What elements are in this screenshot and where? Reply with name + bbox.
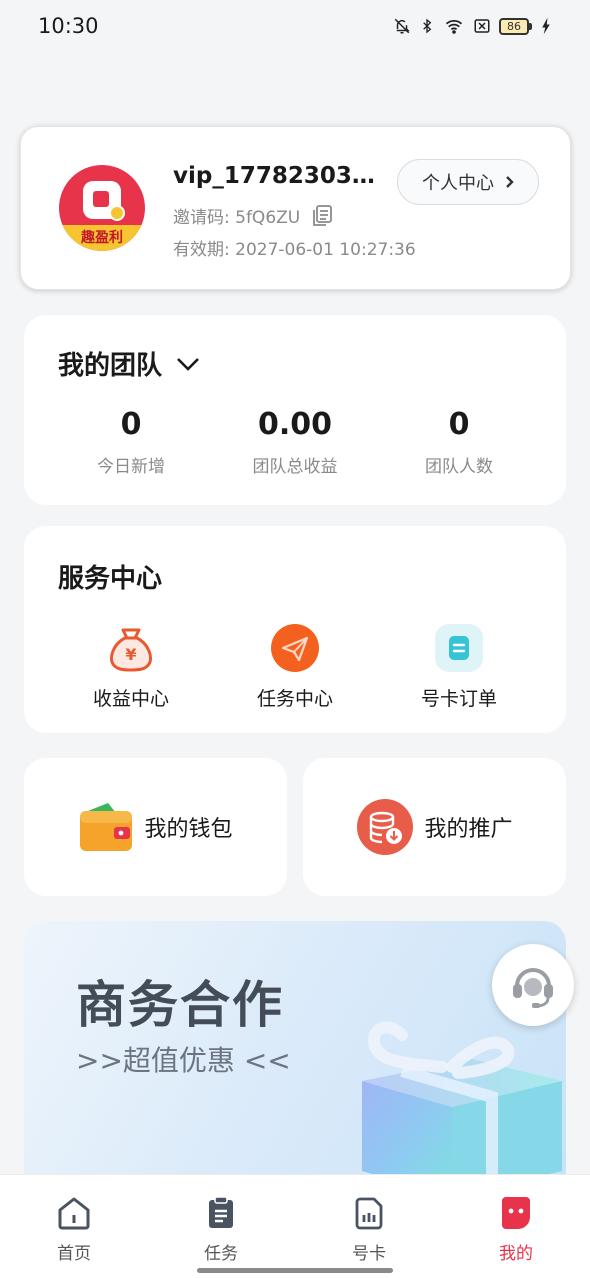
status-icons: 86	[393, 17, 552, 35]
home-indicator	[197, 1268, 393, 1273]
bottom-nav: 首页 任务 号卡 我的	[0, 1174, 590, 1278]
status-bar: 10:30 86	[0, 0, 590, 52]
charging-icon	[542, 17, 550, 35]
personal-center-label: 个人中心	[422, 173, 494, 194]
battery-icon: 86	[499, 17, 532, 35]
expire-date: 有效期: 2027-06-01 10:27:36	[173, 240, 416, 260]
copy-icon[interactable]	[312, 204, 333, 227]
stat-label: 团队总收益	[252, 457, 338, 477]
money-bag-icon: ¥	[105, 622, 157, 674]
gift-box-icon	[362, 1021, 562, 1181]
banner-subtitle: >>超值优惠 <<	[76, 1044, 291, 1077]
stat-label: 团队人数	[425, 457, 493, 477]
service-label: 号卡订单	[420, 688, 497, 710]
wallet-card[interactable]: 我的钱包	[24, 758, 287, 896]
nav-label: 我的	[499, 1244, 533, 1264]
wifi-icon	[445, 19, 463, 34]
chevron-down-icon	[177, 357, 199, 371]
nav-sim-card[interactable]: 号卡	[319, 1195, 419, 1264]
service-title: 服务中心	[58, 564, 163, 594]
avatar-brand-text: 趣盈利	[59, 225, 145, 251]
svg-text:¥: ¥	[125, 645, 136, 664]
bell-off-icon	[394, 18, 410, 34]
home-icon	[56, 1195, 92, 1231]
team-card: 我的团队 0 今日新增 0.00 团队总收益 0 团队人数	[24, 315, 566, 505]
clipboard-icon	[203, 1195, 239, 1231]
banner-title: 商务合作	[76, 976, 284, 1034]
service-task-center[interactable]: 任务中心	[225, 622, 365, 711]
stat-today-new[interactable]: 0 今日新增	[51, 407, 211, 477]
team-title: 我的团队	[58, 351, 163, 381]
nav-home[interactable]: 首页	[24, 1195, 124, 1264]
service-card-orders[interactable]: 号卡订单	[389, 622, 529, 711]
nav-label: 首页	[57, 1244, 91, 1264]
service-label: 收益中心	[92, 688, 169, 710]
bluetooth-icon	[423, 18, 432, 34]
stat-team-total-income[interactable]: 0.00 团队总收益	[215, 407, 375, 477]
service-label: 任务中心	[256, 688, 333, 710]
invite-code-row: 邀请码: 5fQ6ZU	[173, 203, 333, 228]
headset-icon	[513, 968, 553, 1008]
business-cooperation-banner[interactable]: 商务合作 >>超值优惠 <<	[24, 921, 566, 1181]
sim-card-icon	[351, 1195, 387, 1231]
order-icon	[433, 622, 485, 674]
stat-value: 0.00	[257, 407, 333, 442]
promotion-icon	[357, 799, 414, 855]
nav-label: 任务	[204, 1244, 238, 1264]
customer-service-button[interactable]	[492, 944, 574, 1026]
nav-label: 号卡	[352, 1244, 386, 1264]
paper-plane-icon	[269, 622, 321, 674]
service-income-center[interactable]: ¥ 收益中心	[61, 622, 201, 711]
service-center-card: 服务中心 ¥ 收益中心 任务中心 号卡订单	[24, 526, 566, 733]
invite-code: 邀请码: 5fQ6ZU	[173, 208, 301, 228]
stat-label: 今日新增	[97, 457, 165, 477]
wallet-label: 我的钱包	[144, 817, 233, 842]
team-title-toggle[interactable]: 我的团队	[58, 345, 200, 382]
avatar[interactable]: 趣盈利	[59, 165, 145, 251]
status-time: 10:30	[38, 14, 99, 38]
nav-mine[interactable]: 我的	[466, 1195, 566, 1264]
sim-off-icon	[474, 19, 490, 33]
stat-team-count[interactable]: 0 团队人数	[379, 407, 539, 477]
username: vip_17782303…	[173, 163, 375, 189]
wallet-icon	[80, 803, 133, 851]
battery-level: 86	[499, 17, 529, 35]
profile-icon	[498, 1195, 534, 1231]
promotion-label: 我的推广	[424, 817, 513, 842]
stat-value: 0	[448, 407, 470, 442]
stat-value: 0	[120, 407, 142, 442]
promotion-card[interactable]: 我的推广	[303, 758, 566, 896]
personal-center-button[interactable]: 个人中心	[397, 159, 539, 205]
profile-card: 趣盈利 vip_17782303… 邀请码: 5fQ6ZU 有效期: 2027-…	[20, 126, 571, 290]
nav-tasks[interactable]: 任务	[171, 1195, 271, 1264]
chevron-right-icon	[506, 176, 514, 188]
